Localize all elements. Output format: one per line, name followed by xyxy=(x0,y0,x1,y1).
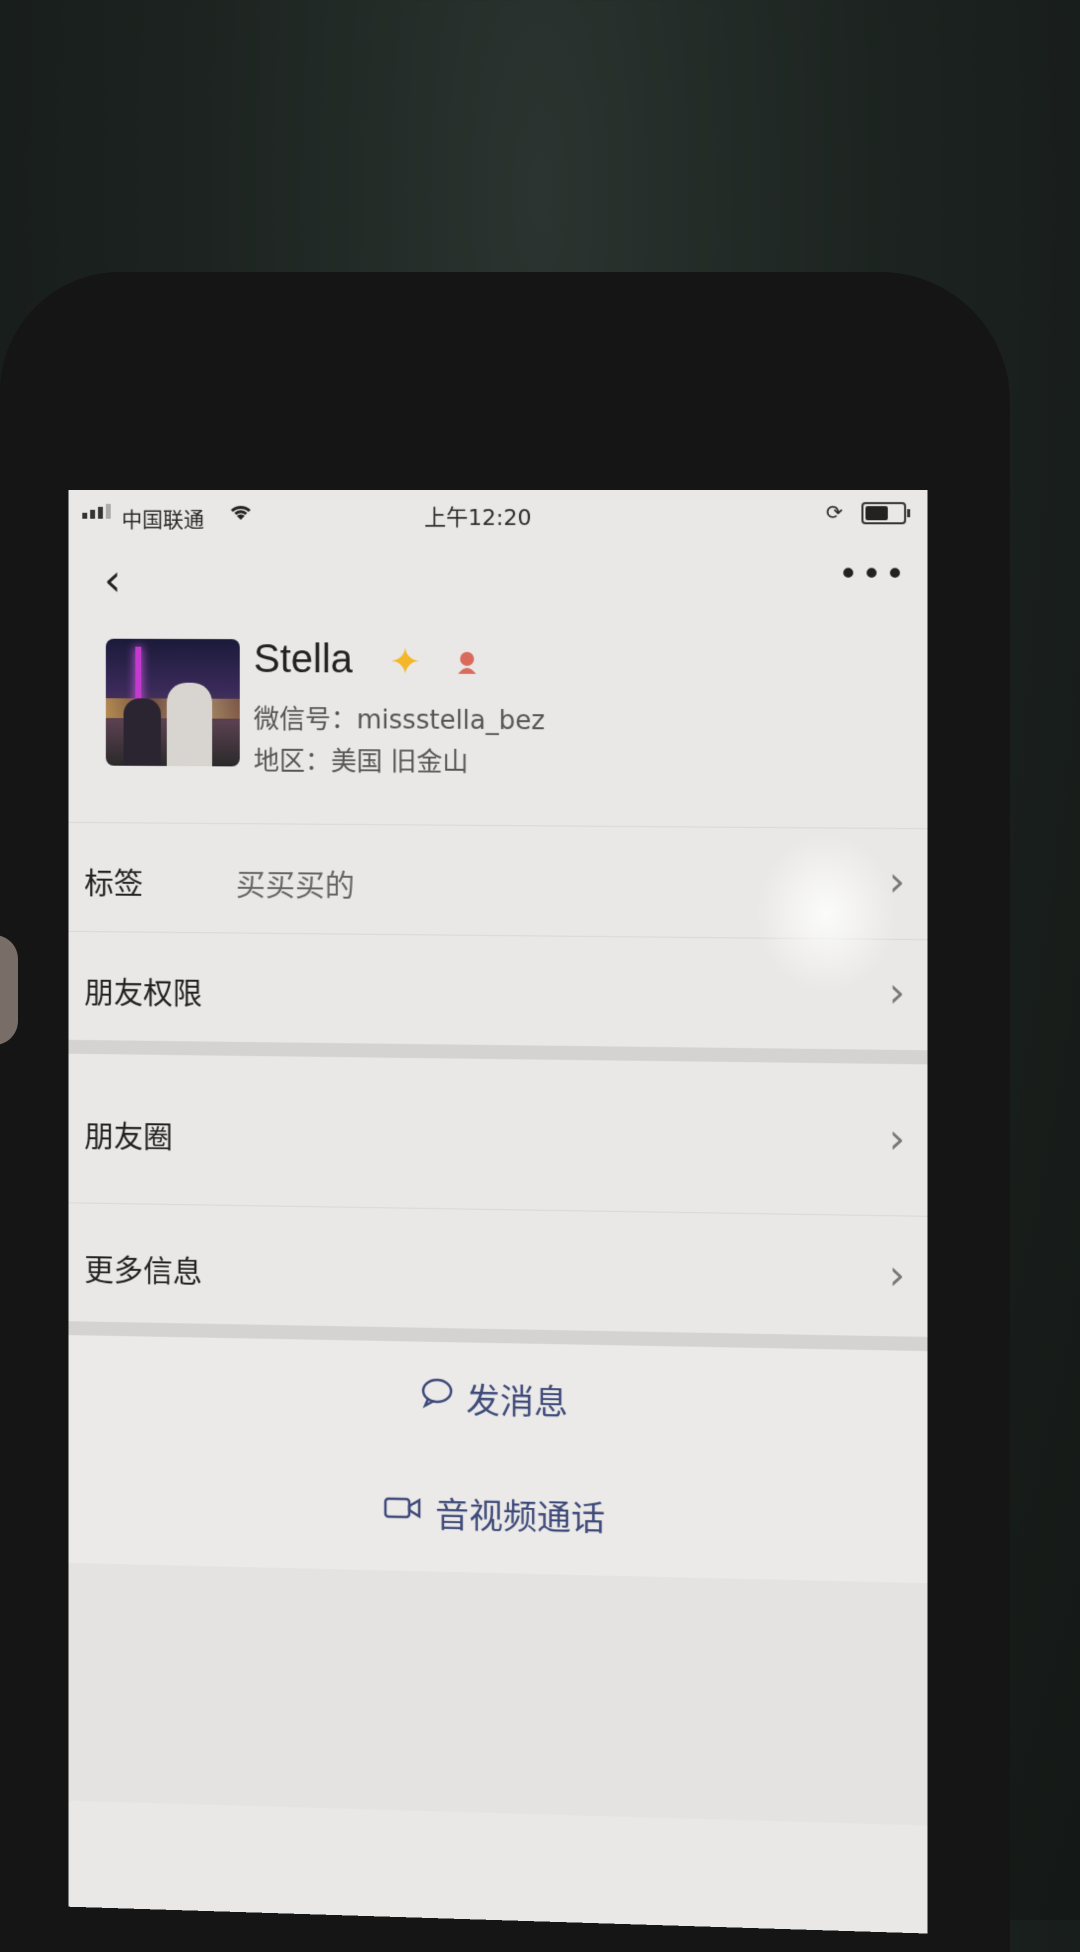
chevron-right-icon: › xyxy=(888,1116,906,1163)
battery-icon xyxy=(861,502,907,525)
avatar[interactable] xyxy=(105,638,240,767)
row-more-info[interactable]: 更多信息 › xyxy=(68,1202,928,1338)
screen-glare xyxy=(755,831,897,995)
finger xyxy=(0,935,18,1045)
region: 地区：美国 旧金山 xyxy=(253,746,469,778)
screen: 中国联通 上午12:20 ⟳ ‹ ••• Stella ✦ 微信号：missst… xyxy=(68,490,928,1934)
video-call-label: 音视频通话 xyxy=(435,1495,606,1540)
video-camera-icon xyxy=(383,1492,423,1531)
send-message-button[interactable]: 发消息 xyxy=(68,1335,928,1464)
send-message-label: 发消息 xyxy=(466,1380,569,1424)
back-button[interactable]: ‹ xyxy=(104,555,121,606)
chat-bubble-icon xyxy=(420,1377,454,1418)
more-options-button[interactable]: ••• xyxy=(838,554,908,594)
status-time: 上午12:20 xyxy=(424,505,532,532)
row-label: 标签 xyxy=(84,866,144,902)
wifi-icon xyxy=(228,502,254,527)
star-badge-icon: ✦ xyxy=(389,639,422,684)
profile-name: Stella xyxy=(253,637,353,682)
rotation-lock-icon: ⟳ xyxy=(825,500,843,525)
row-label: 朋友权限 xyxy=(84,975,203,1012)
signal-icon xyxy=(82,503,111,519)
status-bar: 中国联通 上午12:20 ⟳ xyxy=(69,490,928,540)
video-call-button[interactable]: 音视频通话 xyxy=(68,1444,928,1585)
row-label: 更多信息 xyxy=(84,1253,203,1290)
carrier-label: 中国联通 xyxy=(121,507,205,532)
wechat-id: 微信号：missstella_bez xyxy=(253,704,545,737)
row-label: 朋友圈 xyxy=(84,1119,173,1156)
row-value: 买买买的 xyxy=(235,867,355,904)
female-gender-icon xyxy=(454,650,480,683)
row-moments[interactable]: 朋友圈 › xyxy=(69,1054,928,1216)
chevron-right-icon: › xyxy=(888,1252,906,1300)
empty-area xyxy=(68,1562,928,1826)
